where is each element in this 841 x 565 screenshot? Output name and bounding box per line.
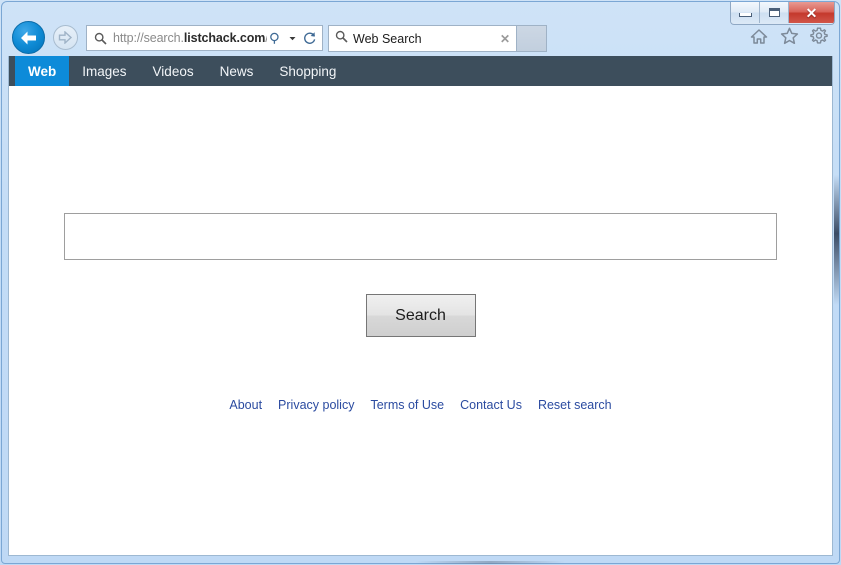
footer-link-contact-us[interactable]: Contact Us xyxy=(460,398,522,412)
nav-item-web[interactable]: Web xyxy=(15,56,70,86)
site-navigation-bar: Web Images Videos News Shopping xyxy=(9,56,832,86)
footer-link-terms-of-use[interactable]: Terms of Use xyxy=(370,398,444,412)
browser-toolbar: http://search.listchack.com/ xyxy=(8,20,833,56)
nav-item-videos[interactable]: Videos xyxy=(140,56,207,86)
nav-item-label: Videos xyxy=(152,63,194,79)
footer-link-reset-search[interactable]: Reset search xyxy=(538,398,612,412)
chevron-down-icon[interactable] xyxy=(284,34,301,43)
refresh-icon[interactable] xyxy=(301,31,318,45)
browser-window: ✕ http://search.listchack.com/ xyxy=(0,0,841,565)
footer-links: About Privacy policy Terms of Use Contac… xyxy=(229,398,611,412)
tab-strip: Web Search ✕ xyxy=(328,25,547,52)
bottom-edge-shadow xyxy=(415,561,565,564)
back-button[interactable] xyxy=(12,21,45,54)
address-bar[interactable]: http://search.listchack.com/ xyxy=(86,25,323,51)
back-arrow-icon xyxy=(21,31,36,44)
nav-item-images[interactable]: Images xyxy=(69,56,139,86)
tab-label: Web Search xyxy=(353,31,422,46)
gear-icon[interactable] xyxy=(809,26,829,46)
footer-link-about[interactable]: About xyxy=(229,398,262,412)
tab-favicon-magnifier-icon xyxy=(335,30,348,48)
search-provider-icon[interactable] xyxy=(267,32,284,45)
tab-web-search[interactable]: Web Search ✕ xyxy=(328,25,517,52)
forward-arrow-icon xyxy=(58,31,73,44)
browser-tool-icons xyxy=(749,26,829,46)
page-content: Web Images Videos News Shopping Search A… xyxy=(8,56,833,556)
forward-button[interactable] xyxy=(53,25,78,50)
maximize-icon xyxy=(768,8,780,17)
minimize-icon xyxy=(738,12,752,17)
nav-item-label: Shopping xyxy=(279,63,337,79)
home-icon[interactable] xyxy=(749,26,769,46)
footer-link-privacy-policy[interactable]: Privacy policy xyxy=(278,398,354,412)
new-tab-button[interactable] xyxy=(517,25,547,52)
favorites-star-icon[interactable] xyxy=(779,26,799,46)
address-url-text: http://search.listchack.com/ xyxy=(113,31,267,45)
close-icon: ✕ xyxy=(805,4,818,21)
nav-item-label: Web xyxy=(28,63,57,79)
address-search-icon xyxy=(92,32,109,45)
search-form: Search About Privacy policy Terms of Use… xyxy=(9,86,832,412)
tab-close-icon[interactable]: ✕ xyxy=(498,32,512,46)
nav-item-label: News xyxy=(219,63,254,79)
nav-item-label: Images xyxy=(82,63,127,79)
search-button[interactable]: Search xyxy=(365,294,476,337)
right-edge-shadow xyxy=(834,175,839,305)
search-input[interactable] xyxy=(64,213,777,260)
nav-item-shopping[interactable]: Shopping xyxy=(266,56,349,86)
nav-item-news[interactable]: News xyxy=(207,56,267,86)
